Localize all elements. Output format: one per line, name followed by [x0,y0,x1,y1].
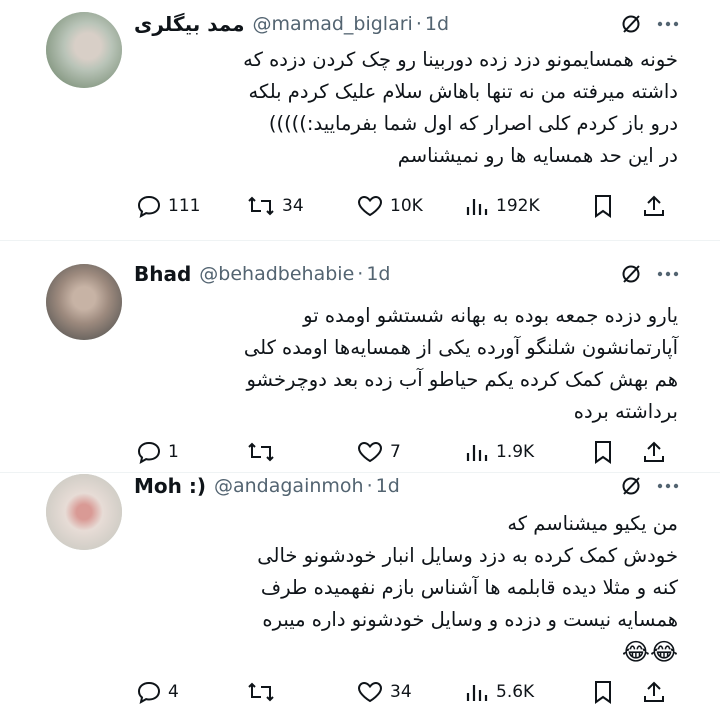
user-handle[interactable]: @andagainmoh [214,475,364,497]
reply-button[interactable]: 111 [136,194,246,218]
avatar[interactable] [46,12,122,88]
reply-count: 4 [168,682,179,702]
bookmark-button[interactable] [592,680,642,704]
user-handle[interactable]: @mamad_biglari [253,13,413,35]
timestamp[interactable]: 1d [366,263,390,285]
views-icon [466,685,488,701]
repost-count: 34 [282,196,304,216]
reply-button[interactable]: 1 [136,440,246,464]
share-button[interactable] [642,440,672,464]
repost-button[interactable]: 34 [246,194,356,218]
more-icon[interactable] [656,13,680,35]
share-button[interactable] [642,194,672,218]
like-button[interactable]: 34 [356,680,464,704]
views-count: 5.6K [496,682,535,702]
share-button[interactable] [642,680,672,704]
repost-button[interactable] [246,680,356,704]
separator-dot: · [415,13,422,35]
display-name[interactable]: Bhad [134,262,191,286]
views-count: 1.9K [496,442,535,462]
separator-dot: · [366,475,373,497]
display-name[interactable]: Moh :) [134,474,206,498]
more-icon[interactable] [656,263,680,285]
share-icon [644,681,664,702]
grok-icon[interactable] [620,475,642,497]
repost-icon [248,196,274,216]
repost-button[interactable] [246,440,356,464]
views-icon [466,199,488,215]
repost-icon [248,682,274,702]
display-name[interactable]: ممد بیگلری [134,12,245,36]
like-count: 34 [390,682,412,702]
bookmark-button[interactable] [592,194,642,218]
separator-dot: · [357,263,364,285]
reply-icon [137,441,161,464]
views-count: 192K [496,196,540,216]
reply-icon [137,681,161,704]
grok-icon[interactable] [620,263,642,285]
bookmark-icon [595,681,611,704]
like-count: 10K [390,196,423,216]
views-button[interactable]: 5.6K [464,680,592,704]
views-button[interactable]: 192K [464,194,592,218]
repost-icon [248,442,274,462]
bookmark-icon [595,441,611,464]
user-handle[interactable]: @behadbehabie [199,263,354,285]
like-icon [357,195,383,217]
reply-count: 111 [168,196,201,216]
divider [0,240,720,241]
share-icon [644,441,664,462]
avatar[interactable] [46,474,122,550]
reply-button[interactable]: 4 [136,680,246,704]
timestamp[interactable]: 1d [425,13,449,35]
bookmark-icon [595,195,611,218]
tweet-text: یارو دزده جمعه بوده به بهانه شستشو اومده… [243,304,678,423]
grok-icon[interactable] [620,13,642,35]
like-button[interactable]: 7 [356,440,464,464]
views-button[interactable]: 1.9K [464,440,592,464]
tweet-text: خونه همسایمونو دزد زده دوربینا رو چک کرد… [243,48,678,167]
like-icon [357,681,383,703]
views-icon [466,445,488,461]
more-icon[interactable] [656,475,680,497]
tweet-text: من یکیو میشناسم که خودش کمک کرده به دزد … [257,512,678,631]
like-icon [357,441,383,463]
reply-count: 1 [168,442,179,462]
bookmark-button[interactable] [592,440,642,464]
share-icon [644,195,664,216]
avatar[interactable] [46,264,122,340]
like-button[interactable]: 10K [356,194,464,218]
like-count: 7 [390,442,401,462]
timestamp[interactable]: 1d [376,475,400,497]
emoji-line: 😂😂 [621,638,678,666]
reply-icon [137,195,161,218]
